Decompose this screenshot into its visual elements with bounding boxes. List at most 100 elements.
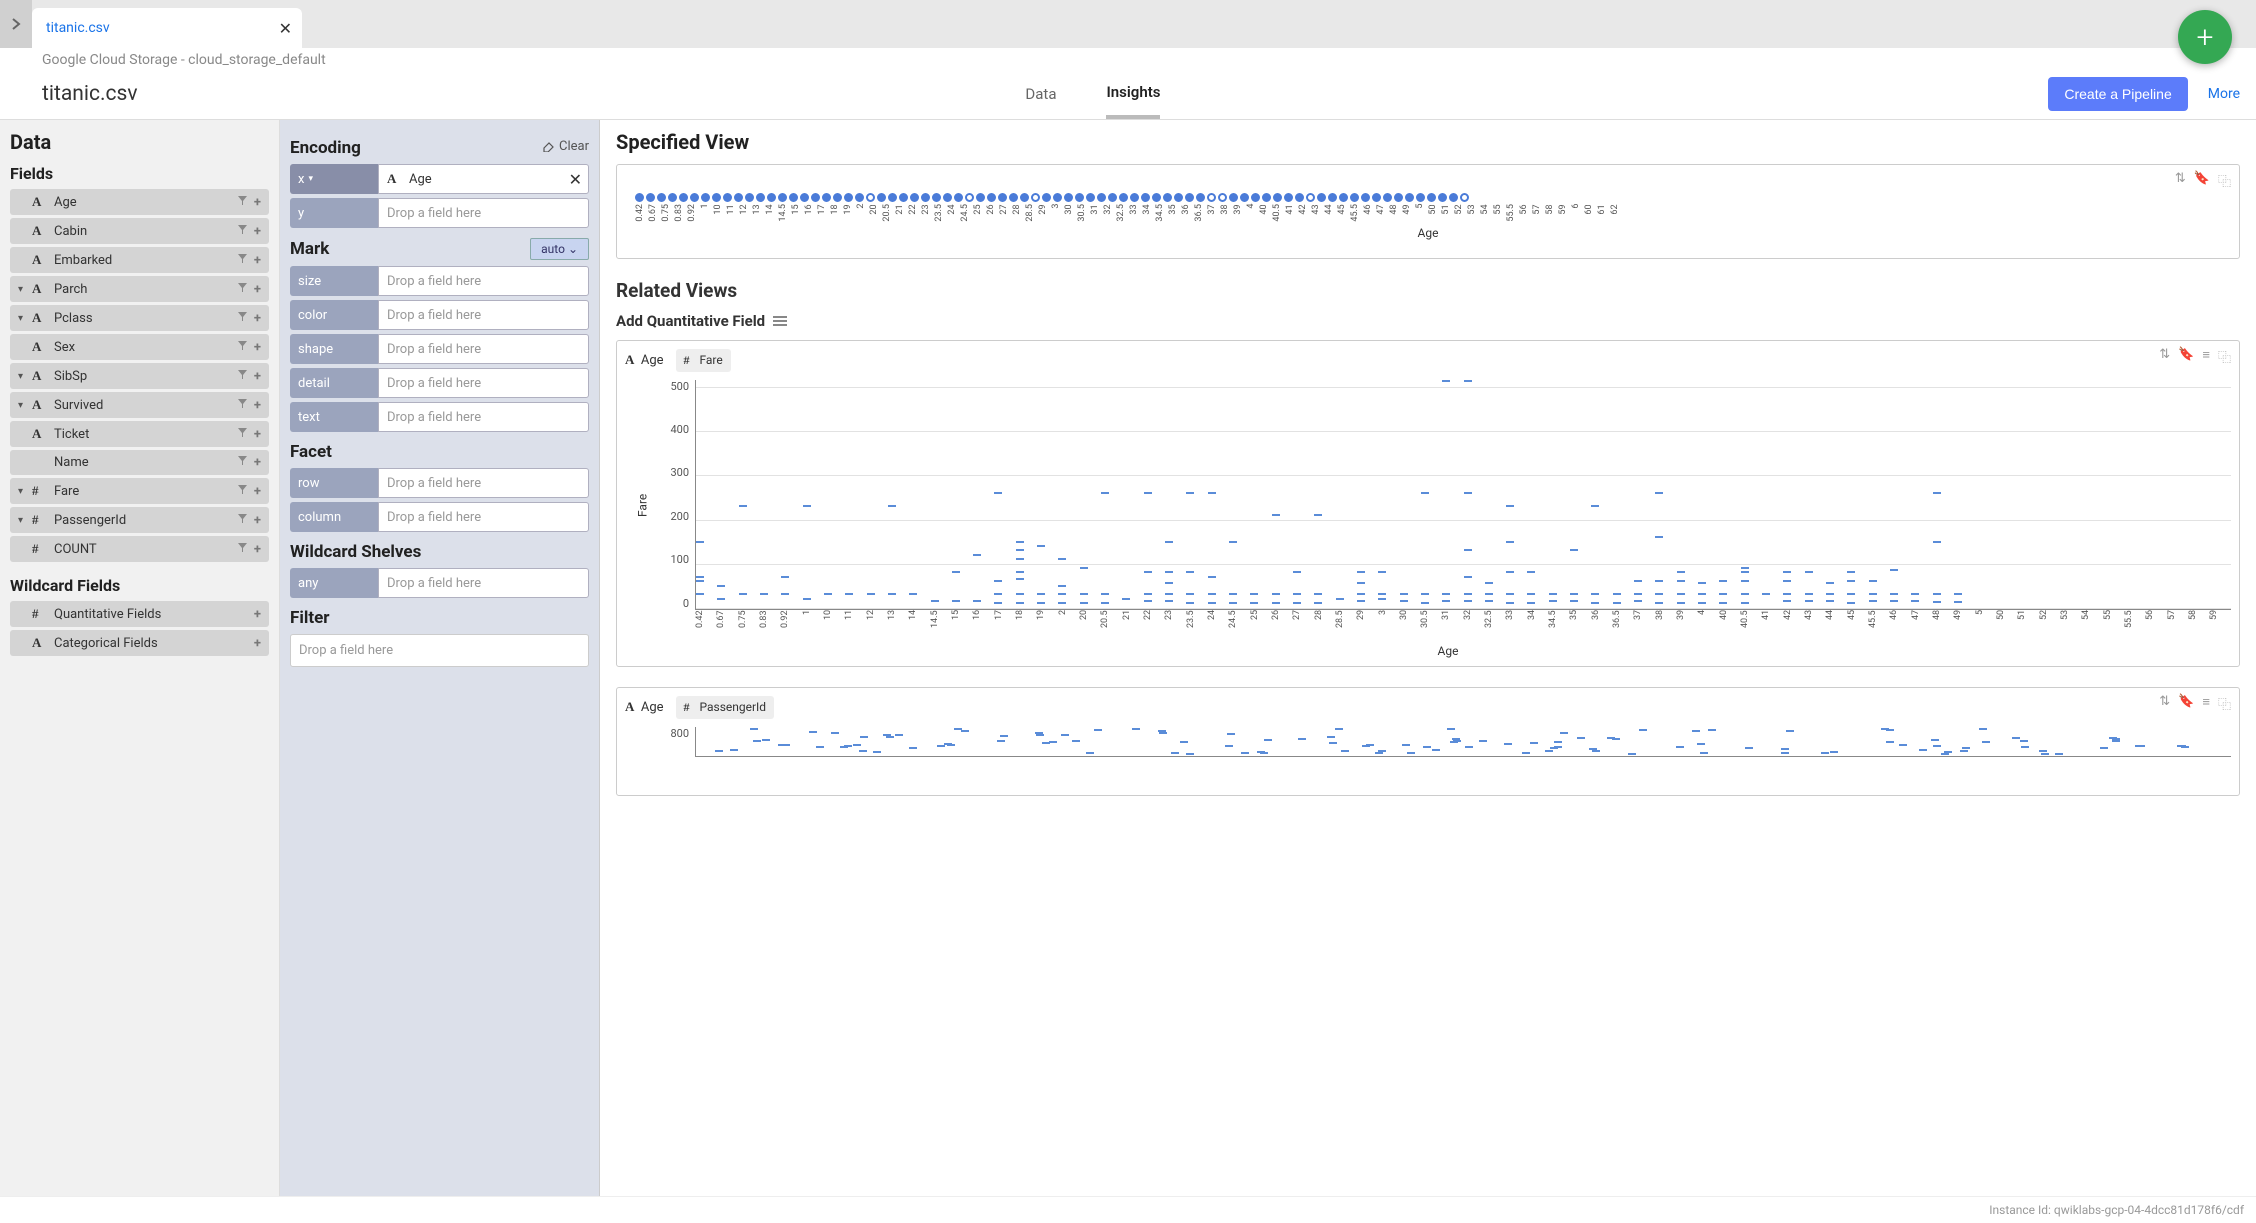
copy-icon[interactable]: ⿻ bbox=[2218, 171, 2231, 190]
field-row[interactable]: #COUNT+ bbox=[10, 536, 269, 562]
copy-icon[interactable]: ⿻ bbox=[2218, 694, 2231, 713]
field-row[interactable]: ▾ASibSp+ bbox=[10, 363, 269, 389]
add-icon[interactable]: + bbox=[254, 398, 261, 413]
add-icon[interactable]: + bbox=[254, 195, 261, 210]
field-row[interactable]: AAge+ bbox=[10, 189, 269, 215]
close-icon[interactable]: ✕ bbox=[279, 19, 292, 38]
filter-icon[interactable] bbox=[237, 340, 248, 355]
data-point bbox=[696, 593, 704, 595]
shelf-drop[interactable]: Drop a field here bbox=[378, 402, 589, 432]
shelf-color[interactable]: colorDrop a field here bbox=[290, 300, 589, 330]
add-icon[interactable]: + bbox=[254, 636, 261, 651]
add-icon[interactable]: + bbox=[254, 513, 261, 528]
data-point bbox=[1080, 593, 1088, 595]
chip-primary[interactable]: A Age bbox=[625, 352, 664, 368]
shelf-drop[interactable]: Drop a field here bbox=[378, 502, 589, 532]
add-icon[interactable]: + bbox=[254, 340, 261, 355]
shelf-drop[interactable]: Drop a field here bbox=[378, 468, 589, 498]
field-row[interactable]: ▾#Fare+ bbox=[10, 478, 269, 504]
remove-icon[interactable]: ✕ bbox=[569, 170, 582, 189]
shelf-text[interactable]: textDrop a field here bbox=[290, 402, 589, 432]
filter-icon[interactable] bbox=[237, 282, 248, 297]
filter-drop[interactable]: Drop a field here bbox=[290, 634, 589, 667]
shelf-row[interactable]: rowDrop a field here bbox=[290, 468, 589, 498]
add-icon[interactable]: + bbox=[254, 427, 261, 442]
shelf-size[interactable]: sizeDrop a field here bbox=[290, 266, 589, 296]
shelf-detail[interactable]: detailDrop a field here bbox=[290, 368, 589, 398]
sort-icon[interactable]: ⇅ bbox=[2159, 694, 2170, 713]
filter-icon[interactable] bbox=[237, 427, 248, 442]
create-pipeline-button[interactable]: Create a Pipeline bbox=[2048, 77, 2187, 111]
copy-icon[interactable]: ⿻ bbox=[2218, 347, 2231, 366]
expand-sidebar-button[interactable] bbox=[0, 0, 32, 48]
filter-icon[interactable] bbox=[237, 224, 248, 239]
shelf-x-value[interactable]: A Age ✕ bbox=[378, 164, 589, 194]
field-row[interactable]: ATicket+ bbox=[10, 421, 269, 447]
tab-insights[interactable]: Insights bbox=[1106, 69, 1160, 119]
field-row[interactable]: ▾AParch+ bbox=[10, 276, 269, 302]
shelf-any[interactable]: any Drop a field here bbox=[290, 568, 589, 598]
add-icon[interactable]: + bbox=[254, 607, 261, 622]
filter-icon[interactable] bbox=[237, 455, 248, 470]
filter-icon[interactable] bbox=[237, 253, 248, 268]
field-name: Sex bbox=[54, 340, 237, 355]
bookmark-icon[interactable]: 🔖 bbox=[2178, 694, 2194, 713]
field-row[interactable]: ▾#PassengerId+ bbox=[10, 507, 269, 533]
field-row[interactable]: ▾ASurvived+ bbox=[10, 392, 269, 418]
filter-icon[interactable] bbox=[237, 513, 248, 528]
shelf-y-drop[interactable]: Drop a field here bbox=[378, 198, 589, 228]
data-point bbox=[1698, 602, 1706, 604]
sort-icon[interactable]: ⇅ bbox=[2159, 347, 2170, 366]
add-icon[interactable]: + bbox=[254, 224, 261, 239]
add-icon[interactable]: + bbox=[254, 455, 261, 470]
shelf-drop[interactable]: Drop a field here bbox=[378, 266, 589, 296]
data-point bbox=[803, 598, 811, 600]
field-row[interactable]: Name+ bbox=[10, 450, 269, 475]
shelf-shape[interactable]: shapeDrop a field here bbox=[290, 334, 589, 364]
shelf-x[interactable]: x▾ A Age ✕ bbox=[290, 164, 589, 194]
shelf-drop[interactable]: Drop a field here bbox=[378, 300, 589, 330]
clear-button[interactable]: Clear bbox=[541, 139, 589, 154]
bookmark-icon[interactable]: 🔖 bbox=[2194, 171, 2210, 190]
data-point bbox=[1208, 602, 1216, 604]
data-point bbox=[1527, 571, 1535, 573]
filter-icon[interactable] bbox=[237, 484, 248, 499]
filter-icon[interactable] bbox=[237, 369, 248, 384]
more-link[interactable]: More bbox=[2208, 86, 2240, 102]
chip-primary[interactable]: A Age bbox=[625, 699, 664, 715]
shelf-y[interactable]: y Drop a field here bbox=[290, 198, 589, 228]
chip-secondary[interactable]: # PassengerId bbox=[676, 696, 775, 719]
field-row[interactable]: ASex+ bbox=[10, 334, 269, 360]
specify-icon[interactable]: ≡ bbox=[2202, 347, 2210, 366]
file-tab[interactable]: titanic.csv ✕ bbox=[32, 8, 302, 48]
wildcard-field-row[interactable]: ACategorical Fields+ bbox=[10, 630, 269, 656]
shelf-drop[interactable]: Drop a field here bbox=[378, 368, 589, 398]
shelf-drop[interactable]: Drop a field here bbox=[378, 334, 589, 364]
fab-add-button[interactable]: + bbox=[2178, 10, 2232, 64]
filter-icon[interactable] bbox=[237, 311, 248, 326]
add-icon[interactable]: + bbox=[254, 253, 261, 268]
tab-data[interactable]: Data bbox=[1025, 71, 1056, 117]
chip-secondary[interactable]: # Fare bbox=[676, 349, 731, 372]
add-icon[interactable]: + bbox=[254, 311, 261, 326]
field-row[interactable]: AEmbarked+ bbox=[10, 247, 269, 273]
x-axis-title: Age bbox=[635, 226, 2221, 240]
field-row[interactable]: ▾APclass+ bbox=[10, 305, 269, 331]
add-icon[interactable]: + bbox=[254, 542, 261, 557]
shelf-column[interactable]: columnDrop a field here bbox=[290, 502, 589, 532]
filter-icon[interactable] bbox=[237, 195, 248, 210]
wildcard-field-row[interactable]: #Quantitative Fields+ bbox=[10, 601, 269, 627]
shelf-any-drop[interactable]: Drop a field here bbox=[378, 568, 589, 598]
field-row[interactable]: ACabin+ bbox=[10, 218, 269, 244]
add-icon[interactable]: + bbox=[254, 282, 261, 297]
specify-icon[interactable]: ≡ bbox=[2202, 694, 2210, 713]
add-icon[interactable]: + bbox=[254, 369, 261, 384]
bookmark-icon[interactable]: 🔖 bbox=[2178, 347, 2194, 366]
mark-select[interactable]: auto ⌄ bbox=[530, 238, 589, 260]
sort-icon[interactable]: ⇅ bbox=[2175, 171, 2186, 190]
list-icon[interactable] bbox=[773, 316, 787, 326]
filter-icon[interactable] bbox=[237, 398, 248, 413]
data-point bbox=[1272, 602, 1280, 604]
add-icon[interactable]: + bbox=[254, 484, 261, 499]
filter-icon[interactable] bbox=[237, 542, 248, 557]
